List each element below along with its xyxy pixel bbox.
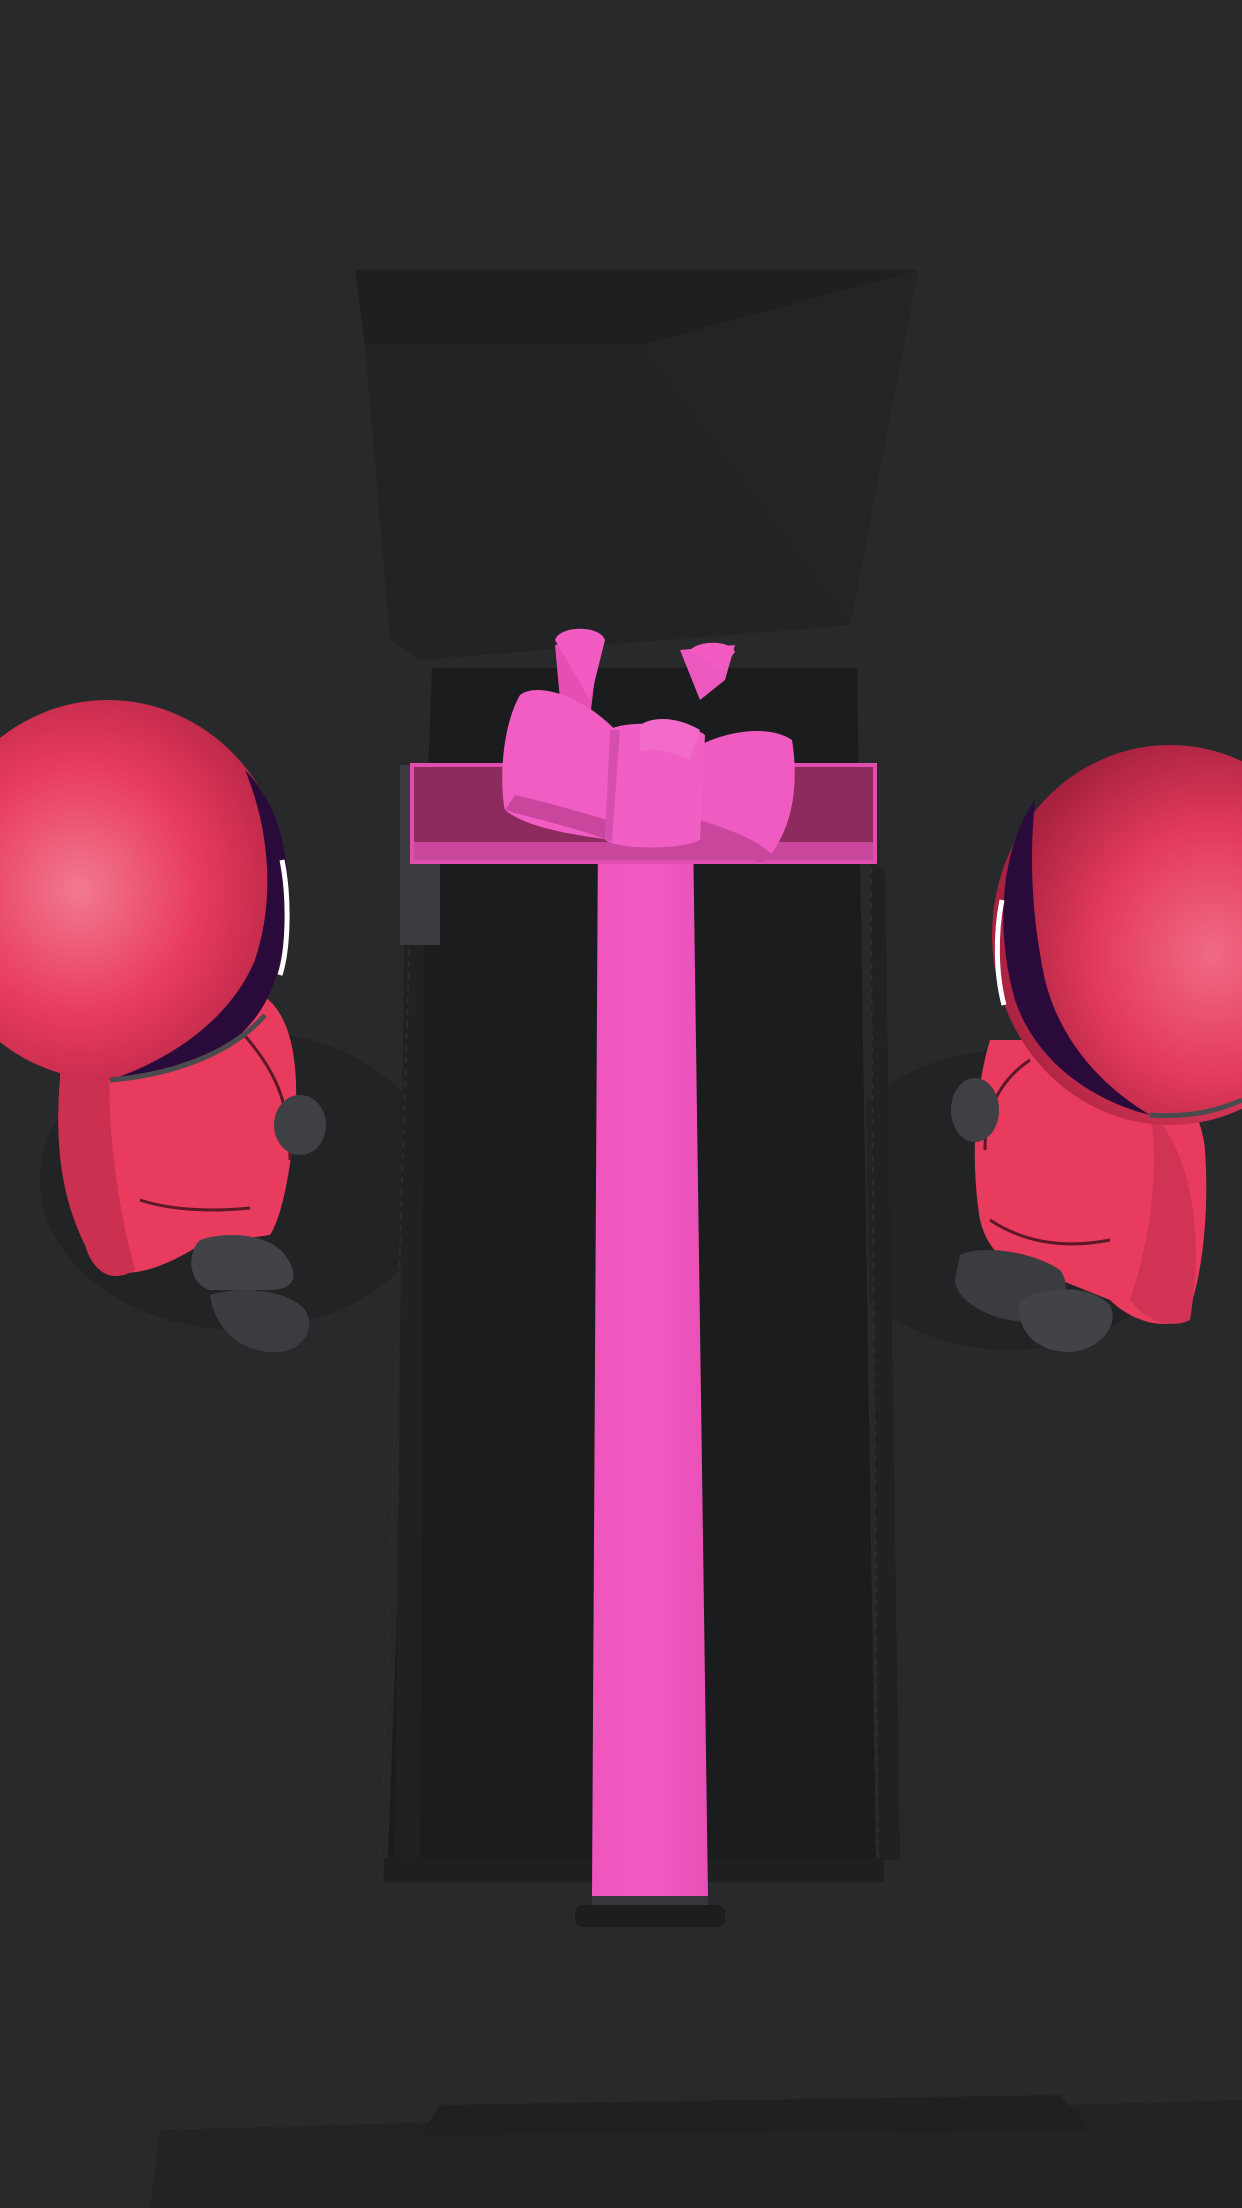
guard-right-shoulder-glove (951, 1078, 999, 1142)
ribbon-end-shadow (575, 1905, 725, 1927)
guard-left-shoulder-glove (274, 1095, 326, 1155)
gift-box-tap-target[interactable] (384, 640, 884, 1880)
game-scene[interactable] (0, 0, 1242, 2208)
